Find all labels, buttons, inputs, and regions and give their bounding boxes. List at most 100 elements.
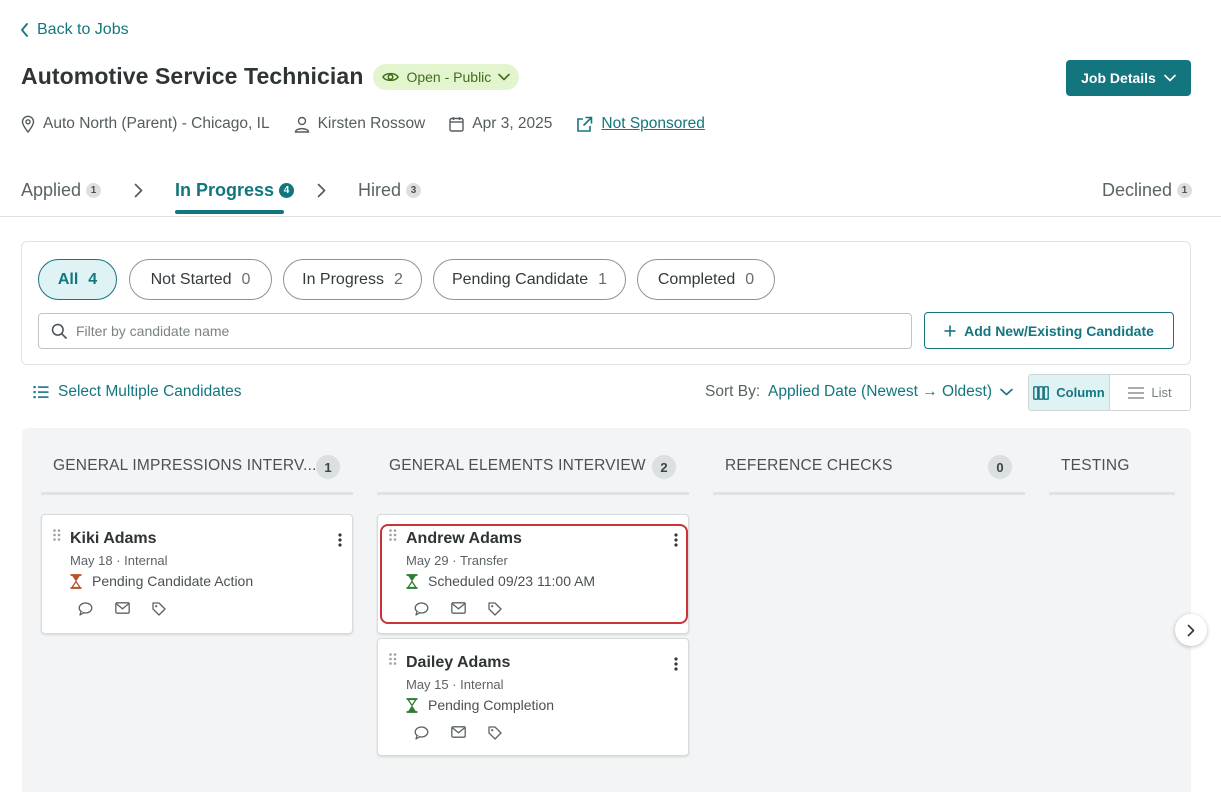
chevron-down-icon [1164, 74, 1176, 82]
tag-icon[interactable] [152, 602, 166, 616]
filter-chip-in-progress[interactable]: In Progress 2 [283, 259, 422, 300]
filter-chip-completed[interactable]: Completed 0 [637, 259, 775, 300]
comment-icon[interactable] [414, 602, 429, 616]
tab-count-badge: 4 [279, 183, 295, 198]
back-to-jobs-label: Back to Jobs [37, 21, 129, 38]
view-toggle: Column List [1028, 374, 1191, 411]
column-view-button[interactable]: Column [1029, 375, 1110, 410]
card-actions [78, 602, 166, 616]
mail-icon[interactable] [451, 726, 466, 740]
job-sponsorship[interactable]: Not Sponsored [576, 115, 705, 133]
add-candidate-button[interactable]: Add New/Existing Candidate [924, 312, 1174, 349]
comment-icon[interactable] [414, 726, 429, 740]
search-icon [51, 323, 67, 339]
drag-handle-icon[interactable] [389, 653, 397, 665]
tab-in-progress[interactable]: In Progress 4 [175, 180, 295, 201]
candidate-status: Pending Candidate Action [70, 573, 253, 589]
tab-declined[interactable]: Declined 1 [1102, 180, 1193, 201]
sort-value: Applied Date (Newest → Oldest) [768, 383, 992, 400]
columns-icon [1033, 385, 1050, 400]
candidate-name[interactable]: Dailey Adams [406, 654, 510, 672]
calendar-icon [449, 116, 464, 132]
hourglass-icon [406, 697, 418, 713]
active-tab-indicator [175, 210, 284, 214]
column-title: GENERAL ELEMENTS INTERVIEW [389, 457, 646, 474]
candidate-card[interactable]: Dailey Adams May 15 · Internal Pending C… [377, 638, 689, 756]
chevron-right-icon [317, 183, 326, 198]
job-recruiter-text: Kirsten Rossow [317, 115, 426, 132]
tab-count-badge: 3 [406, 183, 422, 198]
sort-label: Sort By: [705, 383, 761, 400]
job-title-row: Automotive Service Technician Open - Pub… [21, 63, 520, 90]
chip-count: 0 [745, 270, 755, 288]
hourglass-icon [406, 573, 418, 589]
candidate-search [38, 313, 912, 349]
hourglass-icon [70, 573, 82, 589]
tab-label: Declined [1102, 180, 1173, 200]
chip-count: 0 [241, 270, 251, 288]
external-link-icon [576, 116, 593, 133]
more-options-icon[interactable] [674, 533, 678, 547]
chevron-down-icon [498, 73, 511, 81]
back-to-jobs-link[interactable]: Back to Jobs [20, 21, 129, 39]
drag-handle-icon[interactable] [53, 529, 61, 541]
job-meta-row: Auto North (Parent) - Chicago, IL Kirste… [21, 115, 729, 133]
chip-label: All [57, 270, 79, 288]
job-status-dropdown[interactable]: Open - Public [373, 63, 520, 90]
list-view-button[interactable]: List [1110, 375, 1190, 410]
candidate-subtitle: May 15 · Internal [406, 677, 504, 692]
search-input[interactable] [76, 323, 896, 339]
tag-icon[interactable] [488, 602, 502, 616]
more-options-icon[interactable] [338, 533, 342, 547]
candidate-status-text: Pending Candidate Action [92, 573, 254, 589]
column-title: TESTING [1061, 457, 1130, 474]
chip-label: In Progress [302, 270, 384, 288]
board-scroll-right-button[interactable] [1175, 614, 1207, 646]
filter-chip-not-started[interactable]: Not Started 0 [129, 259, 272, 300]
candidate-name[interactable]: Andrew Adams [406, 530, 522, 548]
tab-label: Applied [21, 180, 82, 200]
job-date: Apr 3, 2025 [449, 115, 552, 133]
column-title: GENERAL IMPRESSIONS INTERV... [53, 457, 317, 474]
drag-handle-icon[interactable] [389, 529, 397, 541]
candidate-status: Scheduled 09/23 11:00 AM [406, 573, 595, 589]
card-actions [414, 726, 502, 740]
column-count-badge: 1 [316, 455, 340, 479]
chevron-down-icon [1000, 388, 1013, 396]
job-location-text: Auto North (Parent) - Chicago, IL [43, 115, 270, 132]
candidate-name[interactable]: Kiki Adams [70, 530, 157, 548]
job-recruiter: Kirsten Rossow [294, 115, 426, 133]
tab-label: Hired [358, 180, 402, 200]
filter-panel: All 4 Not Started 0 In Progress 2 Pendin… [21, 241, 1191, 365]
sponsorship-link[interactable]: Not Sponsored [601, 115, 704, 133]
candidate-card-selected[interactable]: Andrew Adams May 29 · Transfer Scheduled… [377, 514, 689, 634]
candidate-subtitle: May 18 · Internal [70, 553, 168, 568]
chevron-right-icon [1187, 624, 1195, 637]
column-title: REFERENCE CHECKS [725, 457, 893, 474]
job-location: Auto North (Parent) - Chicago, IL [21, 115, 270, 133]
mail-icon[interactable] [451, 602, 466, 616]
mail-icon[interactable] [115, 602, 130, 616]
chip-count: 4 [88, 270, 98, 288]
job-details-button[interactable]: Job Details [1066, 60, 1191, 96]
candidate-status: Pending Completion [406, 697, 554, 713]
column-count-badge: 2 [652, 455, 676, 479]
column-header-testing: TESTING [1049, 457, 1175, 495]
chevron-left-icon [20, 23, 29, 37]
tab-count-badge: 1 [1177, 183, 1193, 198]
list-icon [1128, 386, 1145, 399]
tab-hired[interactable]: Hired 3 [358, 180, 422, 201]
chip-label: Not Started [150, 270, 232, 288]
filter-chip-pending-candidate[interactable]: Pending Candidate 1 [433, 259, 626, 300]
candidate-card[interactable]: Kiki Adams May 18 · Internal Pending Can… [41, 514, 353, 634]
comment-icon[interactable] [78, 602, 93, 616]
select-multiple-button[interactable]: Select Multiple Candidates [33, 383, 242, 401]
sort-dropdown[interactable]: Applied Date (Newest → Oldest) [768, 383, 1013, 401]
filter-chip-all[interactable]: All 4 [38, 259, 117, 300]
tag-icon[interactable] [488, 726, 502, 740]
list-view-label: List [1151, 385, 1172, 400]
candidate-status-text: Pending Completion [428, 697, 555, 713]
more-options-icon[interactable] [674, 657, 678, 671]
column-count-badge: 0 [988, 455, 1012, 479]
tab-applied[interactable]: Applied 1 [21, 180, 102, 201]
